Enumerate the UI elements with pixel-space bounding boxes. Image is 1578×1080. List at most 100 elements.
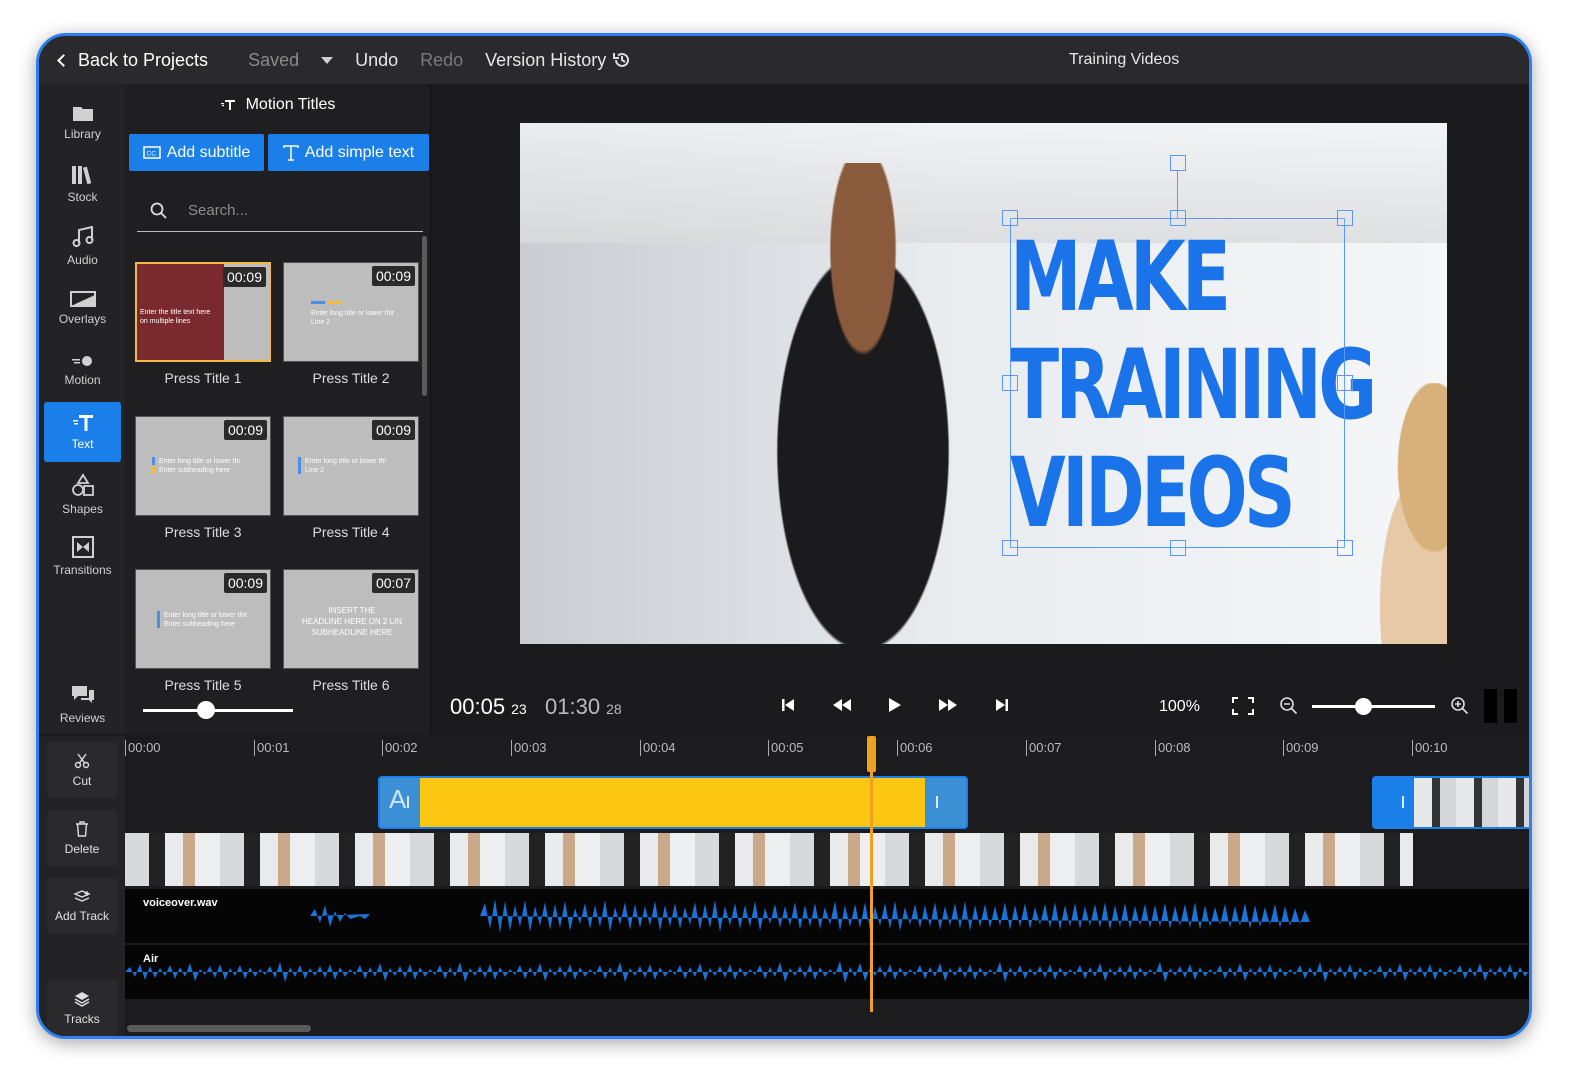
zoom-percentage[interactable]: 100%	[1159, 698, 1200, 716]
clip-trim-handle-right[interactable]	[936, 796, 938, 808]
playhead[interactable]	[870, 736, 873, 1012]
audio-track-air[interactable]: Air	[125, 945, 1529, 999]
sidebar-item-motion[interactable]: Motion	[44, 340, 121, 400]
template-card[interactable]: 00:07 INSERT THE HEADLINE HERE ON 2 LIN …	[283, 569, 419, 669]
duration-badge: 00:09	[371, 420, 415, 440]
resize-handle-bottom-left[interactable]	[1002, 540, 1018, 556]
rotate-handle[interactable]	[1170, 155, 1186, 171]
zoom-in-icon[interactable]	[1450, 696, 1470, 716]
air-waveform	[125, 961, 1529, 983]
video-subject	[738, 163, 988, 644]
sidebar-item-label: Library	[64, 126, 101, 141]
duration-badge: 00:09	[371, 266, 415, 286]
timeline-tools: Cut Delete Add Track Tracks	[39, 736, 125, 1036]
skip-to-end-icon[interactable]	[993, 696, 1011, 714]
template-card[interactable]: 00:09 Enter the title text here on multi…	[135, 262, 271, 362]
motion-titles-panel: Motion Titles CC Add subtitle Add simple…	[125, 84, 431, 734]
resize-handle-top-left[interactable]	[1002, 210, 1018, 226]
sidebar-item-label: Text	[71, 436, 94, 451]
ruler-tick: 00:04	[640, 740, 676, 756]
tool-label: Cut	[72, 773, 92, 788]
sidebar-item-stock[interactable]: Stock	[44, 154, 121, 214]
ruler-tick: 00:02	[382, 740, 418, 756]
play-icon[interactable]	[885, 696, 903, 714]
template-card[interactable]: 00:09 Enter long title or lower thir Ent…	[135, 569, 271, 669]
thumbnail-size-slider[interactable]	[143, 701, 293, 719]
total-frames: 28	[606, 701, 622, 717]
skip-to-start-icon[interactable]	[779, 696, 797, 714]
sidebar-item-transitions[interactable]: Transitions	[44, 526, 121, 586]
timeline-scrollbar[interactable]	[127, 1025, 311, 1032]
video-track-thumbnails[interactable]	[125, 833, 1413, 886]
shapes-icon	[71, 472, 94, 496]
add-simple-text-button[interactable]: Add simple text	[268, 134, 429, 171]
app-window: Back to Projects Saved Undo Redo Version…	[36, 33, 1532, 1039]
sidebar-item-label: Shapes	[62, 501, 103, 516]
delete-button[interactable]: Delete	[47, 810, 117, 866]
undo-button[interactable]: Undo	[355, 50, 398, 71]
panel-scrollbar[interactable]	[422, 236, 427, 396]
voiceover-waveform	[310, 899, 1310, 933]
folder-icon	[72, 106, 93, 121]
text-icon	[72, 414, 93, 431]
video-clip-next[interactable]	[1372, 776, 1529, 829]
add-simple-text-label: Add simple text	[304, 143, 415, 161]
slider-knob[interactable]	[197, 701, 215, 719]
fast-forward-icon[interactable]	[937, 696, 959, 714]
resize-handle-top[interactable]	[1170, 210, 1186, 226]
slider-knob[interactable]	[1355, 698, 1373, 715]
resize-handle-bottom[interactable]	[1170, 540, 1186, 556]
caret-down-icon[interactable]	[321, 56, 334, 64]
timeline-zoom-slider[interactable]	[1312, 698, 1435, 715]
resize-handle-bottom-right[interactable]	[1337, 540, 1353, 556]
text-clip-body	[420, 778, 925, 827]
cut-button[interactable]: Cut	[47, 742, 117, 798]
resize-handle-left[interactable]	[1002, 375, 1018, 391]
template-name: Press Title 6	[312, 677, 390, 691]
rewind-icon[interactable]	[831, 696, 853, 714]
video-preview[interactable]: MAKE TRAINING VIDEOS	[520, 123, 1447, 644]
add-subtitle-label: Add subtitle	[166, 143, 251, 161]
ruler-tick: 00:05	[768, 740, 804, 756]
template-card[interactable]: 00:09 Enter long title or lower thi Line…	[283, 416, 419, 516]
clip-trim-handle-left[interactable]	[407, 796, 409, 808]
sidebar-item-text[interactable]: Text	[44, 402, 121, 462]
template-card[interactable]: 00:09 Enter long title or lower thi Ente…	[135, 416, 271, 516]
audio-track-voiceover[interactable]: voiceover.wav	[125, 889, 1529, 943]
add-track-button[interactable]: Add Track	[47, 878, 117, 934]
redo-button[interactable]: Redo	[420, 50, 463, 71]
sidebar-item-library[interactable]: Library	[44, 92, 121, 152]
timeline[interactable]: 00:00 00:01 00:02 00:03 00:04 00:05 00:0…	[125, 736, 1529, 1036]
search-input[interactable]: Search...	[137, 190, 423, 232]
ruler-tick: 00:09	[1283, 740, 1319, 756]
sidebar-item-audio[interactable]: Audio	[44, 216, 121, 276]
overlay-icon	[69, 290, 96, 307]
time-ruler[interactable]: 00:00 00:01 00:02 00:03 00:04 00:05 00:0…	[125, 736, 1529, 776]
add-subtitle-button[interactable]: CC Add subtitle	[129, 134, 264, 171]
template-name: Press Title 2	[312, 370, 390, 386]
zoom-out-icon[interactable]	[1279, 696, 1299, 716]
sidebar-item-label: Reviews	[59, 710, 106, 725]
resize-handle-top-right[interactable]	[1337, 210, 1353, 226]
resize-handle-right[interactable]	[1337, 375, 1353, 391]
accent-bar	[152, 466, 155, 474]
tool-label: Add Track	[54, 908, 110, 923]
sidebar-item-overlays[interactable]: Overlays	[44, 278, 121, 338]
fullscreen-icon[interactable]	[1231, 696, 1255, 716]
tracks-button[interactable]: Tracks	[47, 980, 117, 1036]
template-name: Press Title 5	[164, 677, 242, 691]
version-history-button[interactable]: Version History	[485, 50, 632, 71]
text-clip[interactable]: A	[378, 776, 968, 829]
chat-icon	[71, 685, 94, 703]
template-card[interactable]: 00:09 Enter long title or lower thir Lin…	[283, 262, 419, 362]
accent-bar	[157, 611, 160, 628]
sidebar-item-shapes[interactable]: Shapes	[44, 464, 121, 524]
template-preview-text: Enter long title or lower thir Enter sub…	[164, 612, 248, 628]
template-preview-text: Enter long title or lower thir Line 2	[311, 310, 395, 326]
back-to-projects-button[interactable]: Back to Projects	[57, 50, 208, 71]
music-note-icon	[72, 225, 93, 247]
clip-trim-handle-left[interactable]	[1402, 796, 1404, 808]
sidebar-item-reviews[interactable]: Reviews	[44, 674, 121, 734]
version-history-label: Version History	[485, 49, 607, 70]
pause-icon[interactable]	[1484, 689, 1518, 723]
